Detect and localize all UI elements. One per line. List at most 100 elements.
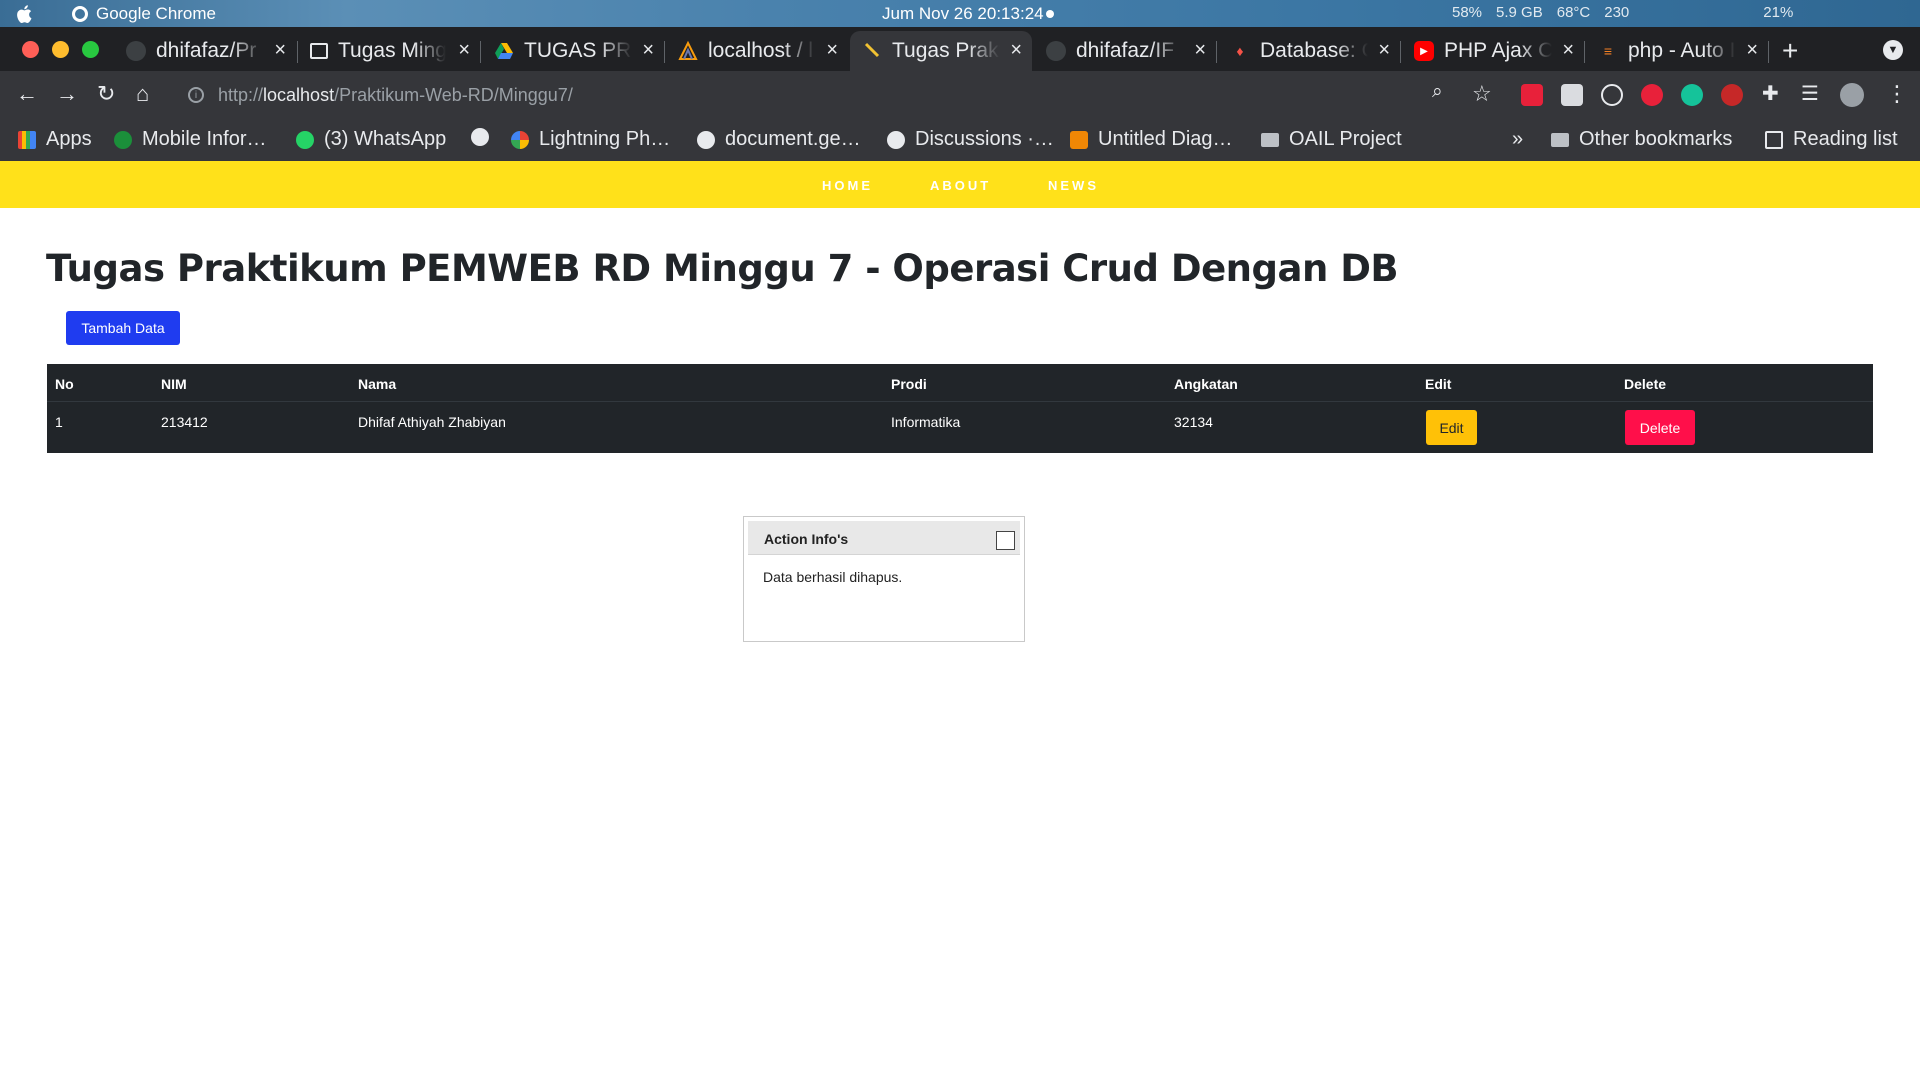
forward-arrow-icon[interactable]: → bbox=[56, 81, 78, 107]
column-header-prodi: Prodi bbox=[891, 376, 927, 392]
battery-percent[interactable]: 21% bbox=[1763, 4, 1793, 21]
close-tab-icon[interactable]: × bbox=[1194, 39, 1206, 62]
extension-notes-icon[interactable] bbox=[1561, 84, 1583, 106]
folder-icon bbox=[1261, 132, 1279, 147]
url-scheme: http:// bbox=[218, 84, 264, 105]
memory-indicator[interactable]: 5.9 GB bbox=[1496, 4, 1543, 21]
bookmark-document[interactable]: document.ge… bbox=[697, 128, 861, 151]
clock[interactable]: Jum Nov 26 20:13:24 bbox=[882, 4, 1044, 24]
reload-icon[interactable]: ↻ bbox=[97, 81, 115, 107]
extension-grammarly-icon[interactable] bbox=[1681, 84, 1703, 106]
url-path: /Praktikum-Web-RD/Minggu7/ bbox=[334, 84, 573, 105]
edit-button[interactable]: Edit bbox=[1426, 410, 1477, 445]
tab-title: TUGAS PRA bbox=[524, 39, 632, 62]
url-host: localhost bbox=[263, 84, 335, 105]
bookmark-lightning[interactable]: Lightning Ph… bbox=[511, 128, 670, 151]
tab-youtube[interactable]: ▶ PHP Ajax C × bbox=[1414, 31, 1584, 71]
tab-github-2[interactable]: dhifafaz/IF × bbox=[1046, 31, 1216, 71]
column-header-nim: NIM bbox=[161, 376, 187, 392]
extension-adblock-icon[interactable] bbox=[1641, 84, 1663, 106]
tab-phpmyadmin[interactable]: localhost / l × bbox=[678, 31, 848, 71]
action-info-dialog: Action Info's Data berhasil dihapus. bbox=[743, 516, 1025, 642]
extension-react-icon[interactable] bbox=[1601, 84, 1623, 106]
nav-home-link[interactable]: HOME bbox=[822, 178, 873, 193]
cell-angkatan: 32134 bbox=[1174, 414, 1213, 430]
column-header-nama: Nama bbox=[358, 376, 397, 392]
dialog-title: Action Info's bbox=[764, 531, 849, 547]
cell-no: 1 bbox=[55, 414, 63, 430]
system-menu-bar: Google Chrome Jum Nov 26 20:13:24 58% 5.… bbox=[0, 0, 1920, 27]
bookmark-oail-project[interactable]: OAIL Project bbox=[1261, 128, 1402, 151]
tab-title: dhifafaz/IF bbox=[1076, 39, 1175, 62]
tab-title: localhost / l bbox=[708, 39, 814, 62]
close-window-button[interactable] bbox=[22, 41, 39, 58]
close-tab-icon[interactable]: × bbox=[826, 39, 838, 62]
reading-list[interactable]: Reading list bbox=[1765, 128, 1898, 151]
address-bar[interactable]: i http://localhost/Praktikum-Web-RD/Ming… bbox=[176, 76, 1496, 114]
site-info-icon[interactable]: i bbox=[188, 87, 204, 103]
tab-github-1[interactable]: dhifafaz/Pr × bbox=[126, 31, 296, 71]
back-arrow-icon[interactable]: ← bbox=[16, 81, 38, 107]
other-bookmarks[interactable]: Other bookmarks bbox=[1551, 128, 1732, 151]
new-tab-button[interactable]: + bbox=[1782, 35, 1798, 67]
minimize-window-button[interactable] bbox=[52, 41, 69, 58]
folder-icon bbox=[1551, 132, 1569, 147]
tab-laravel-database[interactable]: ♦ Database: C × bbox=[1230, 31, 1400, 71]
close-tab-icon[interactable]: × bbox=[1378, 39, 1390, 62]
tab-stackoverflow[interactable]: ≡ php - Auto I × bbox=[1598, 31, 1768, 71]
github-icon bbox=[126, 41, 146, 61]
nav-news-link[interactable]: NEWS bbox=[1048, 178, 1099, 193]
add-data-button[interactable]: Tambah Data bbox=[66, 311, 180, 345]
globe-icon bbox=[471, 128, 489, 146]
tab-tugas-praktikum-active[interactable]: Tugas Prakt × bbox=[850, 31, 1032, 71]
bookmark-mobile-info[interactable]: Mobile Infor… bbox=[114, 128, 267, 151]
close-tab-icon[interactable]: × bbox=[458, 39, 470, 62]
column-header-angkatan: Angkatan bbox=[1174, 376, 1238, 392]
close-tab-icon[interactable]: × bbox=[1562, 39, 1574, 62]
profile-avatar[interactable] bbox=[1840, 83, 1864, 107]
active-app-name[interactable]: Google Chrome bbox=[96, 4, 216, 24]
reading-queue-icon[interactable]: ☰ bbox=[1801, 81, 1819, 106]
column-header-delete: Delete bbox=[1624, 376, 1667, 392]
extension-mendeley-icon[interactable] bbox=[1521, 84, 1543, 106]
bookmark-globe[interactable] bbox=[471, 128, 499, 146]
tab-title: Tugas Prakt bbox=[892, 39, 1000, 62]
whatsapp-icon bbox=[296, 130, 314, 149]
youtube-icon: ▶ bbox=[1414, 41, 1434, 61]
zoom-icon[interactable]: ⌕ bbox=[1432, 81, 1443, 103]
chrome-icon[interactable] bbox=[72, 5, 88, 22]
drawio-icon bbox=[1070, 130, 1088, 149]
temperature-indicator[interactable]: 68°C bbox=[1557, 4, 1591, 21]
tab-classroom[interactable]: Tugas Ming × bbox=[310, 31, 480, 71]
tab-title: dhifafaz/Pr bbox=[156, 39, 257, 62]
close-tab-icon[interactable]: × bbox=[1010, 39, 1022, 62]
dialog-close-button[interactable] bbox=[996, 531, 1015, 550]
maximize-window-button[interactable] bbox=[82, 41, 99, 58]
nav-about-link[interactable]: ABOUT bbox=[930, 178, 991, 193]
tab-search-chevron-icon[interactable]: ▼ bbox=[1883, 40, 1903, 60]
phpmyadmin-icon bbox=[678, 41, 698, 60]
bookmarks-bar: Apps Mobile Infor… (3) WhatsApp Lightnin… bbox=[0, 119, 1920, 161]
bookmark-whatsapp[interactable]: (3) WhatsApp bbox=[296, 128, 446, 151]
delete-button[interactable]: Delete bbox=[1625, 410, 1695, 445]
fan-indicator[interactable]: 230 bbox=[1604, 4, 1629, 21]
reading-list-icon bbox=[1765, 130, 1783, 149]
close-tab-icon[interactable]: × bbox=[274, 39, 286, 62]
bookmark-untitled-diagram[interactable]: Untitled Diag… bbox=[1070, 128, 1233, 151]
header-divider bbox=[47, 401, 1873, 402]
chrome-menu-icon[interactable]: ⋮ bbox=[1886, 81, 1908, 107]
home-icon[interactable]: ⌂ bbox=[136, 81, 149, 107]
apple-icon[interactable] bbox=[14, 3, 36, 25]
bookmark-star-icon[interactable]: ☆ bbox=[1472, 81, 1492, 107]
extension-vpn-icon[interactable] bbox=[1721, 84, 1743, 106]
battery-indicator[interactable]: 58% bbox=[1452, 4, 1482, 21]
close-tab-icon[interactable]: × bbox=[1746, 39, 1758, 62]
apps-grid-icon bbox=[18, 130, 36, 149]
extensions-puzzle-icon[interactable]: ✚ bbox=[1762, 81, 1779, 106]
bookmark-apps[interactable]: Apps bbox=[18, 128, 92, 151]
bookmarks-overflow-button[interactable]: » bbox=[1512, 128, 1523, 151]
tab-google-drive[interactable]: TUGAS PRA × bbox=[494, 31, 664, 71]
column-header-no: No bbox=[55, 376, 74, 392]
bookmark-discussions[interactable]: Discussions ·… bbox=[887, 128, 1054, 151]
close-tab-icon[interactable]: × bbox=[642, 39, 654, 62]
